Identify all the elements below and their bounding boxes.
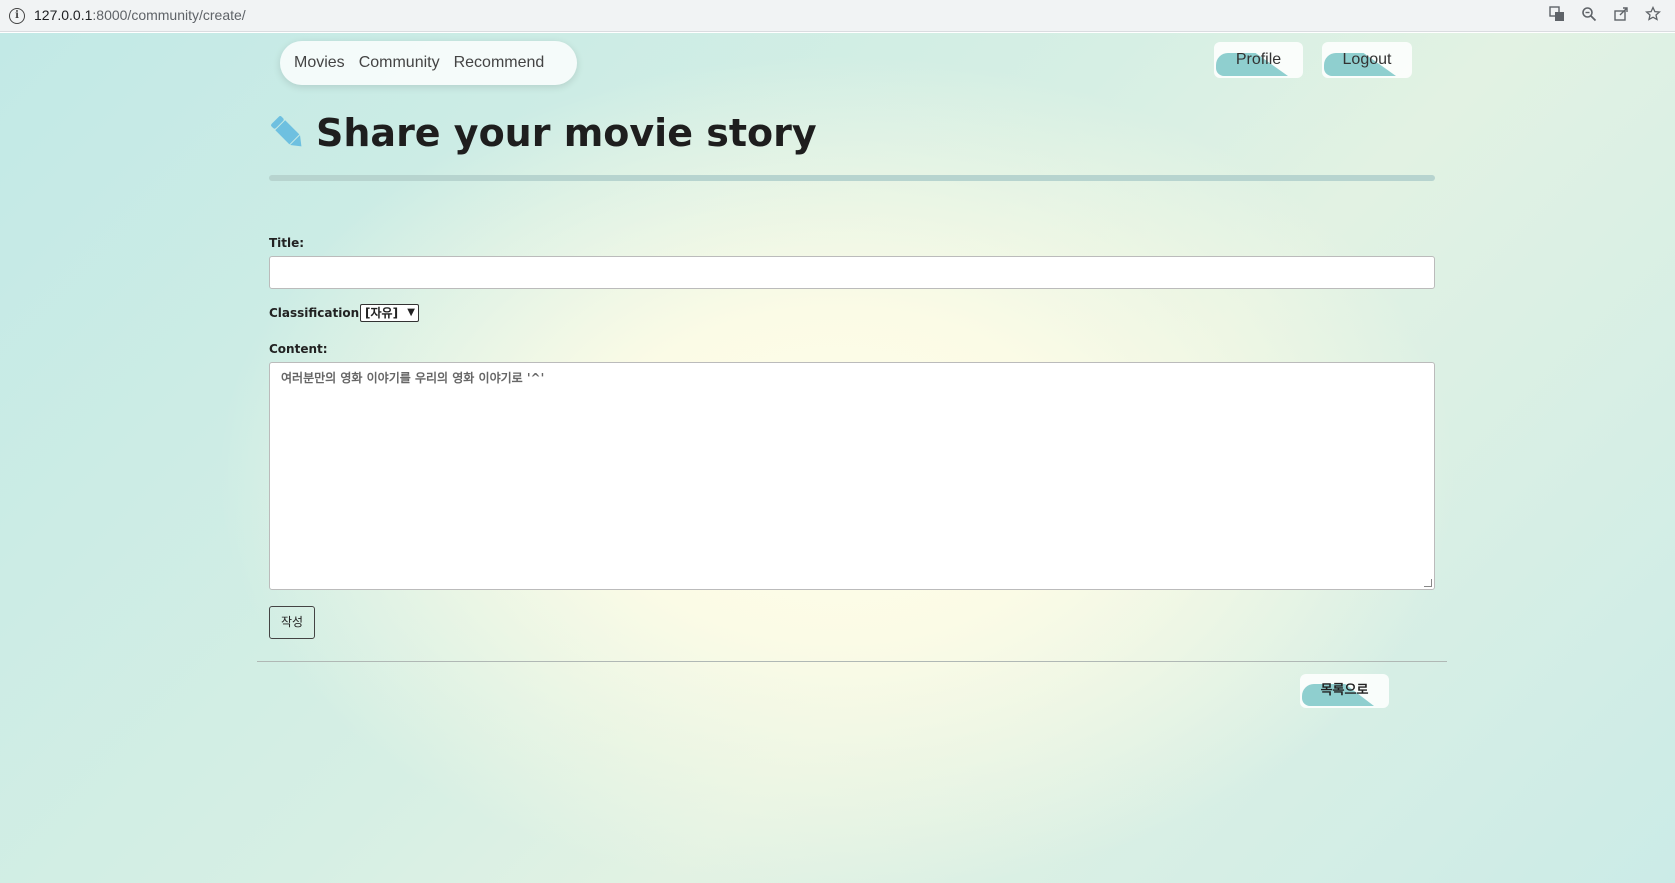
- title-underline: [269, 175, 1435, 181]
- content-placeholder: 여러분만의 영화 이야기를 우리의 영화 이야기로 '^': [281, 371, 545, 385]
- classification-selected-value: [자유]: [365, 306, 399, 320]
- back-to-list-label: 목록으로: [1320, 683, 1369, 698]
- title-input[interactable]: [269, 256, 1435, 289]
- title-label: Title:: [269, 236, 305, 250]
- submit-button[interactable]: 작성: [269, 606, 315, 639]
- share-icon[interactable]: [1611, 6, 1631, 26]
- divider: [257, 661, 1447, 662]
- bookmark-star-icon[interactable]: [1643, 5, 1663, 26]
- resize-grip-icon[interactable]: [1424, 579, 1432, 587]
- profile-button[interactable]: Profile: [1214, 42, 1303, 78]
- page-title-text: Share your movie story: [316, 111, 817, 155]
- profile-label: Profile: [1235, 51, 1282, 68]
- site-info-icon[interactable]: i: [9, 8, 25, 24]
- content-label: Content:: [269, 342, 328, 356]
- url-text[interactable]: 127.0.0.1:8000/community/create/: [34, 7, 246, 23]
- translate-icon[interactable]: [1547, 6, 1567, 26]
- main-nav: Movies Community Recommend: [280, 41, 577, 85]
- classification-label: Classification:: [269, 306, 364, 320]
- nav-item-recommend[interactable]: Recommend: [454, 54, 545, 72]
- page-body: Movies Community Recommend Profile Logou…: [0, 33, 1675, 883]
- url-host: 127.0.0.1: [34, 7, 93, 23]
- logout-label: Logout: [1342, 51, 1392, 68]
- page-title: Share your movie story: [268, 111, 817, 155]
- logout-button[interactable]: Logout: [1322, 42, 1412, 78]
- pencil-icon: [271, 116, 302, 147]
- browser-address-bar[interactable]: i 127.0.0.1:8000/community/create/: [0, 0, 1675, 32]
- url-path: :8000/community/create/: [92, 7, 246, 23]
- content-textarea[interactable]: 여러분만의 영화 이야기를 우리의 영화 이야기로 '^': [269, 362, 1435, 590]
- nav-item-movies[interactable]: Movies: [294, 54, 345, 72]
- back-to-list-button[interactable]: 목록으로: [1300, 674, 1389, 708]
- zoom-icon[interactable]: [1579, 6, 1599, 26]
- nav-item-community[interactable]: Community: [359, 54, 440, 72]
- classification-select[interactable]: [자유] ▼: [360, 304, 419, 322]
- chevron-down-icon: ▼: [407, 307, 415, 318]
